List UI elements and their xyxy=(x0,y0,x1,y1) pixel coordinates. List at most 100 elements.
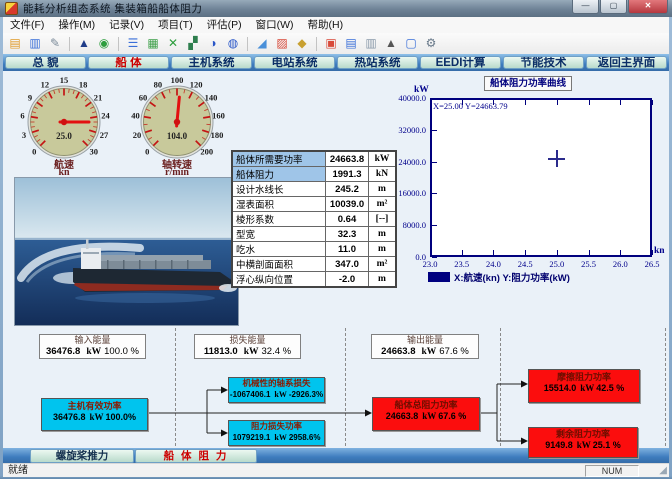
chart-legend: X:航速(kn) Y:阻力功率(kW) xyxy=(428,270,570,284)
menu-item-4[interactable]: 评估(P) xyxy=(200,18,249,33)
menu-item-1[interactable]: 操作(M) xyxy=(51,18,102,33)
nav-tab-0[interactable]: 总 貌 xyxy=(5,56,86,69)
toolbar: ▤▥✎▲◉☰▦✕▞◑◍◢▨◆▣▤▥▲▢⚙ xyxy=(3,33,669,55)
chart-plot-area[interactable] xyxy=(430,98,652,257)
panel-icon[interactable]: ▤ xyxy=(342,35,360,52)
toolbar-separator xyxy=(118,37,119,51)
svg-text:3: 3 xyxy=(22,130,26,140)
chart-icon[interactable]: ▞ xyxy=(184,35,202,52)
main-engine-power-value: 36476.8 xyxy=(53,412,86,422)
menu-item-5[interactable]: 窗口(W) xyxy=(249,18,301,33)
expand-icon[interactable]: ✕ xyxy=(164,35,182,52)
y-tick-label: 24000.0 xyxy=(388,157,426,167)
table-row: 型宽32.3m xyxy=(232,227,396,242)
row-value[interactable]: 32.3 xyxy=(326,227,369,242)
save-icon[interactable]: ▥ xyxy=(26,35,44,52)
globe-icon[interactable]: ◉ xyxy=(95,35,113,52)
drag-loss-line: 1079219.1kW2958.6% xyxy=(229,432,324,443)
nav-tab-7[interactable]: 返回主界面 xyxy=(586,56,667,69)
row-value[interactable]: 24663.8 xyxy=(326,151,369,167)
table-row: 浮心纵向位置-2.0m xyxy=(232,272,396,288)
loss-energy-unit: kW xyxy=(244,347,259,357)
nav-tab-6[interactable]: 节能技术 xyxy=(503,56,584,69)
loss-energy-title: 损失能量 xyxy=(195,335,300,346)
svg-text:20: 20 xyxy=(133,130,142,140)
residual-value: 9149.8 xyxy=(545,440,573,450)
palette-icon[interactable]: ◆ xyxy=(293,35,311,52)
x-tick-mark xyxy=(430,250,431,255)
bottom-tab-0[interactable]: 螺旋桨推力 xyxy=(30,449,134,463)
y-tick-mark xyxy=(432,193,437,194)
row-value[interactable]: 10039.0 xyxy=(326,197,369,212)
x-tick-mark xyxy=(430,100,431,105)
main-engine-power-pct: 100.0% xyxy=(106,412,137,422)
svg-text:40: 40 xyxy=(131,110,140,120)
svg-text:60: 60 xyxy=(139,92,148,102)
monitor-icon[interactable]: ▢ xyxy=(402,35,420,52)
nav-tab-2[interactable]: 主机系统 xyxy=(171,56,252,69)
y-tick-mark xyxy=(432,225,437,226)
row-value[interactable]: 0.64 xyxy=(326,212,369,227)
resize-grip[interactable]: ◢ xyxy=(659,465,667,476)
row-value[interactable]: 11.0 xyxy=(326,242,369,257)
user-icon[interactable]: ▲ xyxy=(382,35,400,52)
x-tick-mark xyxy=(652,100,653,105)
y-tick-mark xyxy=(432,162,437,163)
table-row: 吃水11.0m xyxy=(232,242,396,257)
main-engine-power-title: 主机有效功率 xyxy=(42,401,147,412)
x-tick-label: 26.0 xyxy=(606,259,634,269)
menu-item-0[interactable]: 文件(F) xyxy=(3,18,51,33)
image-error-icon[interactable]: ▨ xyxy=(273,35,291,52)
row-value[interactable]: 347.0 xyxy=(326,257,369,272)
loss-energy-pct: 32.4 % xyxy=(262,346,292,357)
row-value[interactable]: -2.0 xyxy=(326,272,369,288)
minimize-button[interactable]: — xyxy=(572,0,599,14)
building-icon[interactable]: ▥ xyxy=(362,35,380,52)
output-energy-box: 输出能量 24663.8kW67.6 % xyxy=(371,334,479,359)
section-separator xyxy=(345,328,346,446)
curve-icon[interactable]: ◢ xyxy=(253,35,271,52)
container-ship-photo xyxy=(14,177,239,326)
chart-title: 船体阻力功率曲线 xyxy=(484,76,572,91)
svg-text:18: 18 xyxy=(79,80,88,90)
ship-icon[interactable]: ▲ xyxy=(75,35,93,52)
y-tick-label: 16000.0 xyxy=(388,188,426,198)
menu-item-6[interactable]: 帮助(H) xyxy=(301,18,351,33)
menu-item-2[interactable]: 记录(V) xyxy=(102,18,151,33)
table-row: 棱形系数0.64[--] xyxy=(232,212,396,227)
y-tick-label: 8000.0 xyxy=(388,220,426,230)
nav-tab-4[interactable]: 热站系统 xyxy=(337,56,418,69)
image-icon[interactable]: ▦ xyxy=(144,35,162,52)
nav-tab-5[interactable]: EEDI计算 xyxy=(420,56,501,69)
gear-icon[interactable]: ⚙ xyxy=(422,35,440,52)
svg-text:27: 27 xyxy=(100,130,109,140)
hull-total-title: 船体总阻力功率 xyxy=(373,400,479,411)
num-lock-indicator: NUM xyxy=(585,465,639,477)
row-label: 设计水线长 xyxy=(232,182,326,197)
calendar-icon[interactable]: ▣ xyxy=(322,35,340,52)
x-tick-mark xyxy=(589,250,590,255)
y-tick-label: 32000.0 xyxy=(388,125,426,135)
nav-tab-3[interactable]: 电站系统 xyxy=(254,56,335,69)
row-value[interactable]: 1991.3 xyxy=(326,167,369,182)
row-value[interactable]: 245.2 xyxy=(326,182,369,197)
residual-resistance-box: 剩余阻力功率 9149.8kW25.1 % xyxy=(528,427,638,458)
world-icon[interactable]: ◍ xyxy=(224,35,242,52)
x-tick-label: 24.5 xyxy=(511,259,539,269)
edit-icon[interactable]: ✎ xyxy=(46,35,64,52)
x-tick-label: 25.0 xyxy=(543,259,571,269)
legend-swatch xyxy=(428,272,450,282)
close-button[interactable]: ✕ xyxy=(628,0,668,14)
maximize-button[interactable]: ▢ xyxy=(600,0,627,14)
bottom-tab-1[interactable]: 船 体 阻 力 xyxy=(135,449,257,463)
new-icon[interactable]: ▤ xyxy=(6,35,24,52)
y-tick-mark xyxy=(432,257,437,258)
svg-text:80: 80 xyxy=(154,80,163,90)
shaft-loss-title: 机械性的轴系损失 xyxy=(229,378,324,389)
row-label: 湿表面积 xyxy=(232,197,326,212)
row-label: 船体所需要功率 xyxy=(232,151,326,167)
nav-tab-1[interactable]: 船 体 xyxy=(88,56,169,69)
list-icon[interactable]: ☰ xyxy=(124,35,142,52)
pause-icon[interactable]: ◑ xyxy=(204,35,222,52)
menu-item-3[interactable]: 项目(T) xyxy=(151,18,199,33)
